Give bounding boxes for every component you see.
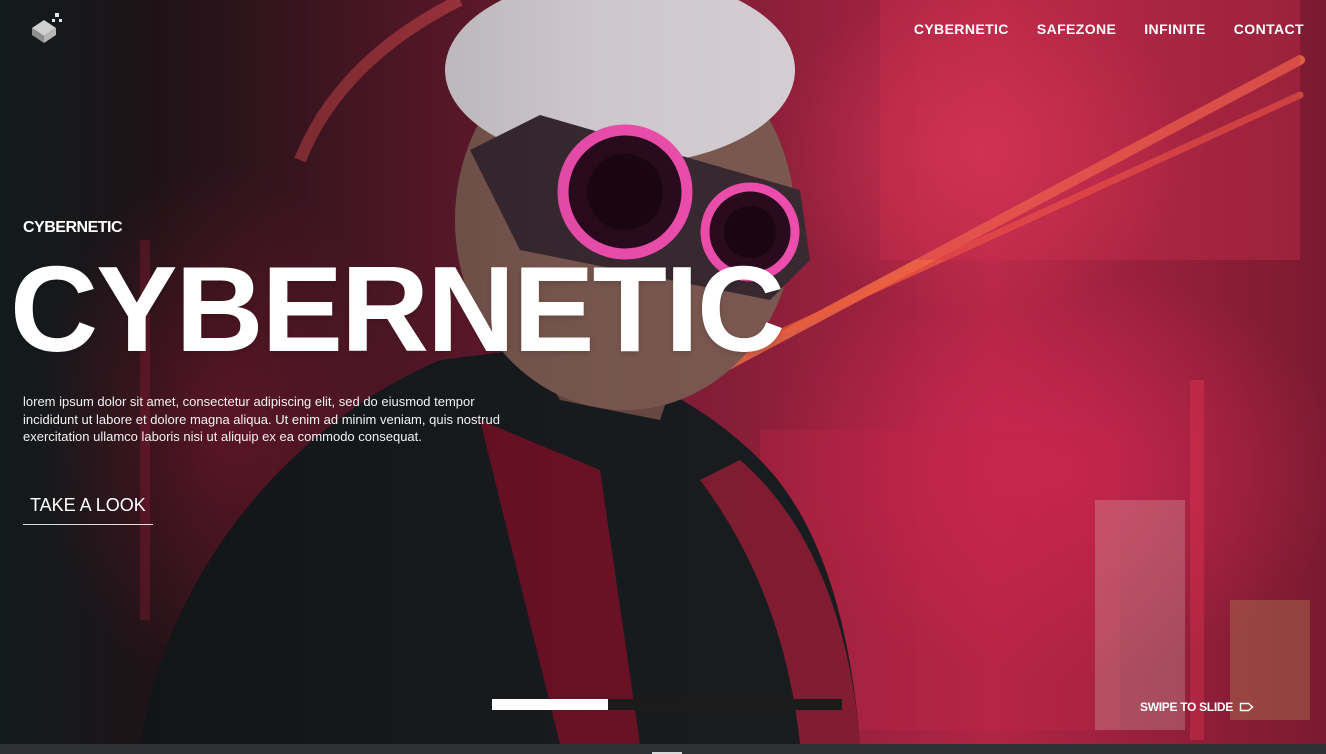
hero-eyebrow: CYBERNETIC — [23, 219, 123, 236]
nav-item-infinite[interactable]: INFINITE — [1144, 21, 1206, 37]
hero-headline: CYBERNETIC — [10, 241, 785, 377]
top-navigation: CYBERNETIC SAFEZONE INFINITE CONTACT — [914, 21, 1304, 37]
bottom-scrollbar — [0, 744, 1326, 754]
cube-logo-icon[interactable] — [28, 10, 64, 46]
slide-progress-fill — [492, 699, 608, 710]
nav-item-safezone[interactable]: SAFEZONE — [1037, 21, 1116, 37]
take-a-look-button[interactable]: TAKE A LOOK — [23, 492, 153, 525]
arrow-right-outline-icon — [1239, 702, 1254, 712]
nav-item-contact[interactable]: CONTACT — [1234, 21, 1304, 37]
swipe-to-slide[interactable]: SWIPE TO SLIDE — [1140, 700, 1255, 714]
nav-item-cybernetic[interactable]: CYBERNETIC — [914, 21, 1009, 37]
slide-progress-bar[interactable] — [492, 699, 842, 710]
swipe-label: SWIPE TO SLIDE — [1140, 700, 1233, 714]
hero-description: lorem ipsum dolor sit amet, consectetur … — [23, 394, 500, 444]
